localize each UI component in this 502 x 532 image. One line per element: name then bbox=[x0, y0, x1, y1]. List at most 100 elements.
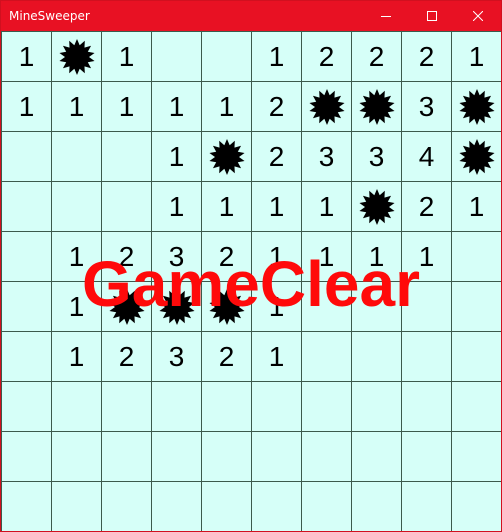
board-cell[interactable] bbox=[402, 282, 452, 332]
board-cell[interactable] bbox=[402, 432, 452, 482]
board-cell[interactable] bbox=[352, 382, 402, 432]
board-cell[interactable]: 1 bbox=[202, 82, 252, 132]
board-cell[interactable]: 1 bbox=[302, 232, 352, 282]
board-cell[interactable]: 3 bbox=[152, 232, 202, 282]
board-cell[interactable]: 1 bbox=[452, 32, 501, 82]
board-cell[interactable] bbox=[2, 282, 52, 332]
board-cell[interactable] bbox=[452, 332, 501, 382]
board-cell[interactable]: 1 bbox=[252, 232, 302, 282]
board-cell[interactable]: 1 bbox=[352, 232, 402, 282]
board-cell[interactable] bbox=[302, 82, 352, 132]
board-cell[interactable] bbox=[302, 382, 352, 432]
board-cell[interactable]: 1 bbox=[252, 332, 302, 382]
board-cell[interactable] bbox=[52, 382, 102, 432]
board-cell[interactable]: 1 bbox=[2, 82, 52, 132]
board-cell[interactable] bbox=[2, 232, 52, 282]
board-cell[interactable] bbox=[202, 132, 252, 182]
board-cell[interactable] bbox=[102, 482, 152, 531]
board-cell[interactable] bbox=[402, 382, 452, 432]
board-cell[interactable]: 1 bbox=[252, 32, 302, 82]
board-cell[interactable] bbox=[52, 432, 102, 482]
board-cell[interactable] bbox=[52, 482, 102, 531]
board-cell[interactable]: 1 bbox=[102, 82, 152, 132]
board-cell[interactable]: 2 bbox=[252, 132, 302, 182]
board-cell[interactable]: 1 bbox=[152, 132, 202, 182]
board-cell[interactable] bbox=[352, 182, 402, 232]
board-cell[interactable] bbox=[202, 282, 252, 332]
board-cell[interactable] bbox=[2, 182, 52, 232]
board-cell[interactable] bbox=[202, 382, 252, 432]
board-cell[interactable] bbox=[302, 432, 352, 482]
board-cell[interactable] bbox=[52, 182, 102, 232]
board-cell[interactable] bbox=[302, 482, 352, 531]
board-cell[interactable] bbox=[352, 282, 402, 332]
board-cell[interactable] bbox=[402, 332, 452, 382]
board-cell[interactable]: 3 bbox=[302, 132, 352, 182]
board-cell[interactable]: 1 bbox=[452, 182, 501, 232]
board-cell[interactable]: 2 bbox=[102, 332, 152, 382]
board-cell[interactable] bbox=[352, 82, 402, 132]
board-cell[interactable] bbox=[302, 282, 352, 332]
board-cell[interactable]: 1 bbox=[52, 282, 102, 332]
board-cell[interactable] bbox=[352, 482, 402, 531]
board-cell[interactable] bbox=[452, 232, 501, 282]
title-bar[interactable]: MineSweeper bbox=[1, 1, 501, 31]
board-cell[interactable] bbox=[2, 382, 52, 432]
board-cell[interactable]: 2 bbox=[302, 32, 352, 82]
board-cell[interactable]: 1 bbox=[52, 232, 102, 282]
board-cell[interactable]: 2 bbox=[252, 82, 302, 132]
board-cell[interactable]: 2 bbox=[102, 232, 152, 282]
board-cell[interactable] bbox=[452, 382, 501, 432]
board-cell[interactable] bbox=[202, 432, 252, 482]
board-cell[interactable] bbox=[452, 82, 501, 132]
board-cell[interactable] bbox=[152, 432, 202, 482]
board-cell[interactable]: 3 bbox=[402, 82, 452, 132]
board-cell[interactable]: 2 bbox=[402, 32, 452, 82]
board-cell[interactable] bbox=[202, 32, 252, 82]
board-cell[interactable] bbox=[2, 482, 52, 531]
board-cell[interactable]: 4 bbox=[402, 132, 452, 182]
board-cell[interactable] bbox=[452, 432, 501, 482]
board-cell[interactable] bbox=[252, 432, 302, 482]
board-cell[interactable]: 2 bbox=[352, 32, 402, 82]
board-cell[interactable] bbox=[202, 482, 252, 531]
board-cell[interactable]: 1 bbox=[2, 32, 52, 82]
board-cell[interactable]: 1 bbox=[152, 182, 202, 232]
board-cell[interactable] bbox=[102, 132, 152, 182]
board-cell[interactable]: 1 bbox=[202, 182, 252, 232]
board-cell[interactable] bbox=[152, 382, 202, 432]
board-cell[interactable]: 1 bbox=[102, 32, 152, 82]
board-cell[interactable]: 3 bbox=[352, 132, 402, 182]
board-cell[interactable]: 1 bbox=[302, 182, 352, 232]
board-cell[interactable] bbox=[52, 32, 102, 82]
board-cell[interactable] bbox=[152, 482, 202, 531]
board-cell[interactable] bbox=[352, 432, 402, 482]
board-cell[interactable]: 1 bbox=[52, 332, 102, 382]
board-cell[interactable] bbox=[302, 332, 352, 382]
board-cell[interactable] bbox=[2, 432, 52, 482]
board-cell[interactable] bbox=[52, 132, 102, 182]
board-cell[interactable] bbox=[2, 132, 52, 182]
minimize-button[interactable] bbox=[363, 1, 409, 31]
board-cell[interactable]: 2 bbox=[202, 332, 252, 382]
board-cell[interactable] bbox=[102, 182, 152, 232]
close-button[interactable] bbox=[455, 1, 501, 31]
board-cell[interactable] bbox=[152, 32, 202, 82]
board-cell[interactable] bbox=[452, 282, 501, 332]
board-cell[interactable] bbox=[402, 482, 452, 531]
board-cell[interactable] bbox=[452, 482, 501, 531]
board-cell[interactable]: 1 bbox=[252, 282, 302, 332]
board-cell[interactable]: 3 bbox=[152, 332, 202, 382]
board-cell[interactable]: 1 bbox=[402, 232, 452, 282]
maximize-button[interactable] bbox=[409, 1, 455, 31]
board-cell[interactable]: 2 bbox=[402, 182, 452, 232]
board-cell[interactable] bbox=[102, 282, 152, 332]
board-cell[interactable] bbox=[102, 382, 152, 432]
board-cell[interactable]: 1 bbox=[252, 182, 302, 232]
board-cell[interactable] bbox=[252, 382, 302, 432]
board-cell[interactable]: 1 bbox=[152, 82, 202, 132]
board-cell[interactable] bbox=[452, 132, 501, 182]
board-cell[interactable]: 1 bbox=[52, 82, 102, 132]
board-cell[interactable] bbox=[352, 332, 402, 382]
board-cell[interactable] bbox=[152, 282, 202, 332]
